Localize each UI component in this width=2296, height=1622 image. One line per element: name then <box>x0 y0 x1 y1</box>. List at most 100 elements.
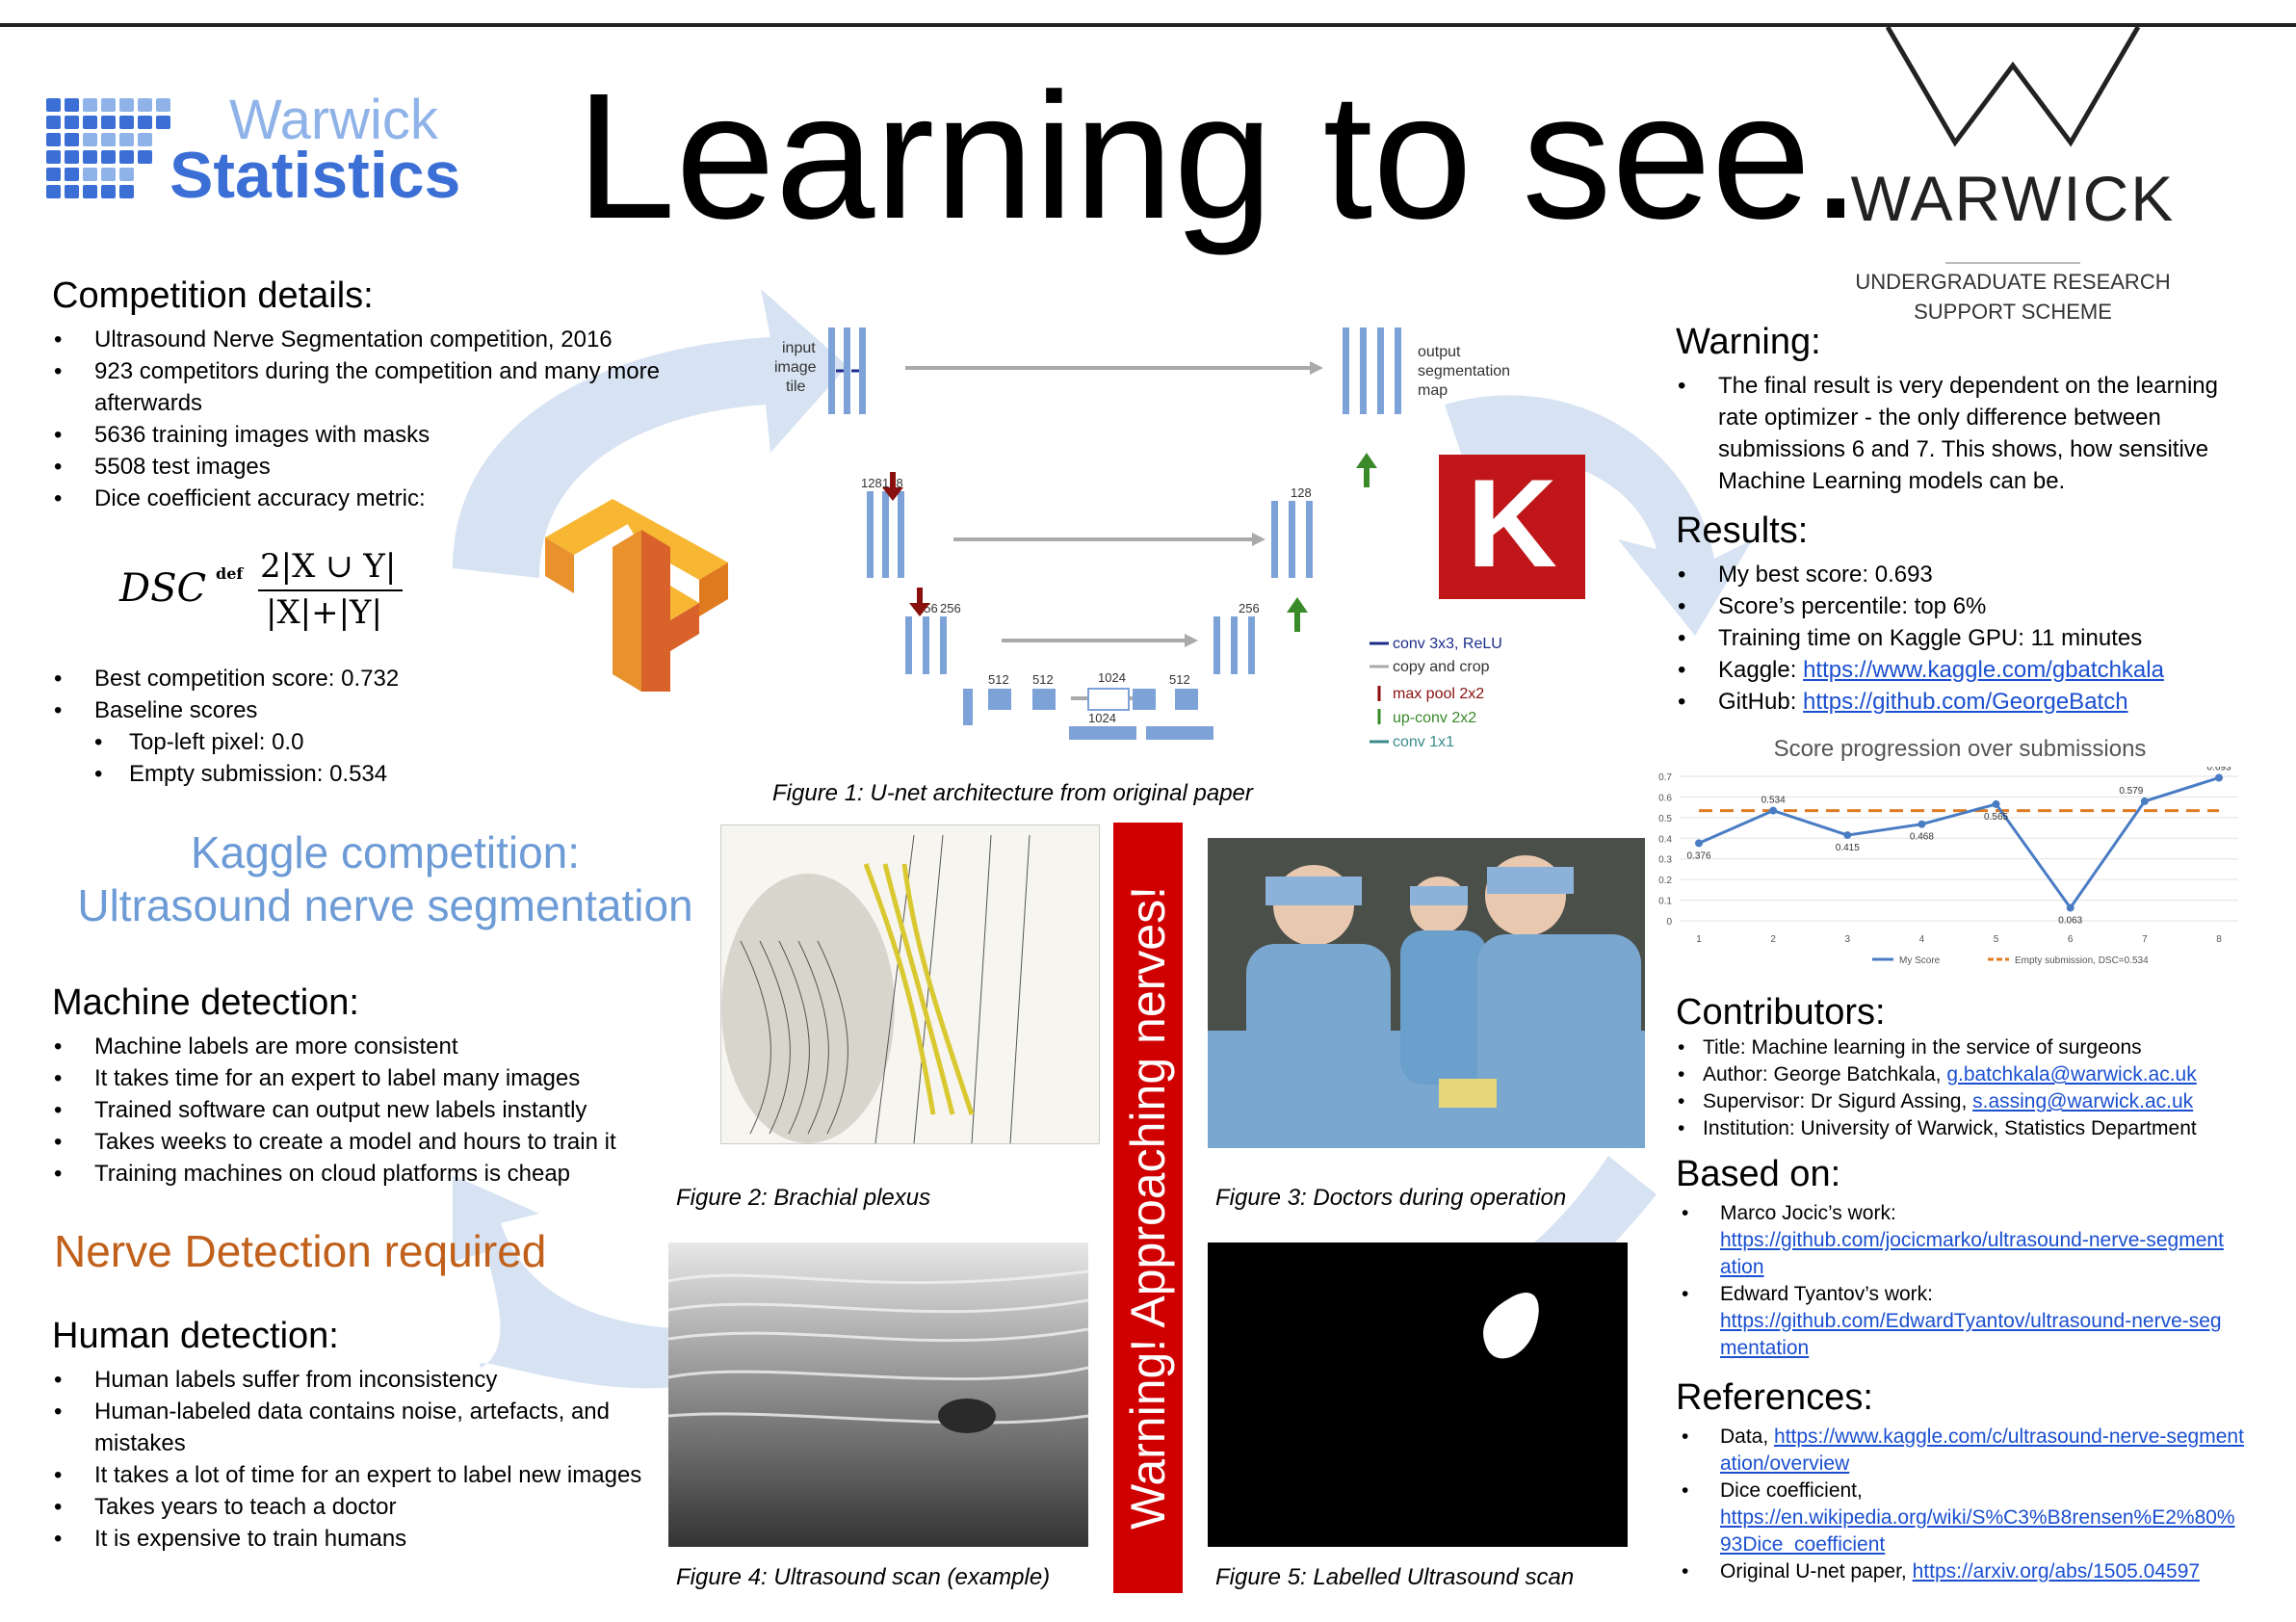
supervisor-email-link[interactable]: s.assing@warwick.ac.uk <box>1972 1090 2193 1112</box>
tyantov-repo-link[interactable]: https://github.com/EdwardTyantov/ultraso… <box>1720 1310 2222 1359</box>
data-label: 0.565 <box>1984 812 2008 823</box>
kaggle-competition-heading: Kaggle competition: Ultrasound nerve seg… <box>39 826 732 932</box>
list-item: Machine labels are more consistent <box>50 1031 686 1062</box>
legend-item: copy and crop <box>1393 659 1490 675</box>
author-email-link[interactable]: g.batchkala@warwick.ac.uk <box>1946 1063 2196 1086</box>
caption-fig1: Figure 1: U-net architecture from origin… <box>772 780 1253 806</box>
human-heading: Human detection: <box>52 1316 339 1356</box>
channel-label: 256 <box>940 601 961 615</box>
brachial-plexus-image <box>720 824 1100 1144</box>
y-tick-label: 0.4 <box>1658 834 1672 845</box>
x-tick-label: 7 <box>2142 934 2148 945</box>
list-item: Data, https://www.kaggle.com/c/ultrasoun… <box>1676 1424 2244 1478</box>
caption-fig4: Figure 4: Ultrasound scan (example) <box>676 1564 1051 1590</box>
channel-label: 256 <box>1239 601 1260 615</box>
data-label: 0.693 <box>2206 767 2231 773</box>
y-tick-label: 0.1 <box>1658 897 1672 907</box>
list-item: It is expensive to train humans <box>50 1523 666 1555</box>
list-item: Dice coefficient, https://en.wikipedia.or… <box>1676 1478 2244 1558</box>
kaggle-link-label: Kaggle: <box>1718 657 1804 683</box>
based-on-item2-label: Edward Tyantov’s work: <box>1720 1283 1933 1305</box>
contributors-list: Title: Machine learning in the service o… <box>1676 1034 2273 1142</box>
results-list: My best score: 0.693 Score’s percentile:… <box>1674 559 2271 718</box>
channel-label: 128 <box>861 476 882 490</box>
competition-heading: Competition details: <box>52 275 374 316</box>
list-item: Supervisor: Dr Sigurd Assing, s.assing@w… <box>1676 1088 2273 1115</box>
list-item: Takes weeks to create a model and hours … <box>50 1126 686 1158</box>
author-label: Author: George Batchkala, <box>1703 1063 1947 1086</box>
channel-label: 512 <box>1032 672 1054 687</box>
labelled-ultrasound-image <box>1208 1243 1628 1547</box>
results-heading: Results: <box>1676 510 1809 551</box>
x-tick-label: 6 <box>2068 934 2074 945</box>
caption-fig5: Figure 5: Labelled Ultrasound scan <box>1215 1564 1575 1590</box>
x-tick-label: 5 <box>1994 934 1999 945</box>
score-chart: 0 0.1 0.2 0.3 0.4 0.5 0.6 0.7 1 2 3 4 5 6 7 8 0.376 0.534… <box>1658 767 2238 966</box>
warning-banner-text: Warning! Approaching nerves! <box>1121 886 1175 1530</box>
machine-list: Machine labels are more consistent It ta… <box>50 1031 686 1190</box>
kaggle-logo-letter: K <box>1467 453 1557 593</box>
dice-formula: DSC def 2|X ∪ Y| |X|+|Y| <box>119 547 408 634</box>
supervisor-label: Supervisor: Dr Sigurd Assing, <box>1703 1090 1973 1112</box>
kaggle-heading-line-2: Ultrasound nerve segmentation <box>77 880 693 931</box>
caption-fig2: Figure 2: Brachial plexus <box>676 1185 931 1211</box>
list-item: Top-left pixel: 0.0 <box>50 726 666 758</box>
list-item: GitHub: https://github.com/GeorgeBatch <box>1674 686 2271 718</box>
legend-item: up-conv 2x2 <box>1393 710 1476 726</box>
output-label-2: segmentation <box>1418 363 1510 379</box>
data-label: 0.579 <box>2119 786 2143 797</box>
machine-heading: Machine detection: <box>52 982 359 1023</box>
score-point <box>1769 806 1778 815</box>
list-item: Institution: University of Warwick, Stat… <box>1676 1115 2273 1142</box>
legend-item: max pool 2x2 <box>1393 686 1484 702</box>
score-point <box>1843 831 1852 840</box>
score-point <box>2066 903 2074 912</box>
formula-lhs: DSC <box>119 566 207 611</box>
unet-paper-link[interactable]: https://arxiv.org/abs/1505.04597 <box>1913 1560 2200 1583</box>
contributors-heading: Contributors: <box>1676 992 1886 1033</box>
y-tick-label: 0.2 <box>1658 876 1672 886</box>
channel-label: 512 <box>1169 672 1190 687</box>
list-item: It takes time for an expert to label man… <box>50 1062 686 1094</box>
score-point <box>2215 773 2223 782</box>
formula-denominator: |X|+|Y| <box>266 593 382 632</box>
list-item: The final result is very dependent on th… <box>1674 370 2252 497</box>
jocic-repo-link[interactable]: https://github.com/jocicmarko/ultrasound… <box>1720 1229 2224 1278</box>
score-point <box>1918 820 1926 828</box>
list-item: Score’s percentile: top 6% <box>1674 590 2271 622</box>
data-label: 0.415 <box>1836 843 1860 853</box>
legend-item: conv 1x1 <box>1393 734 1454 750</box>
list-item: 923 competitors during the competition a… <box>50 355 666 419</box>
github-link-label: GitHub: <box>1718 689 1804 715</box>
legend-label: My Score <box>1899 955 1941 966</box>
formula-fraction-bar <box>258 589 403 591</box>
legend-label: Empty submission, DSC=0.534 <box>2015 955 2149 966</box>
ultrasound-scan-image <box>668 1243 1088 1547</box>
channel-label: 1024 <box>1098 670 1126 685</box>
output-label-1: output <box>1418 344 1461 360</box>
list-item: Training time on Kaggle GPU: 11 minutes <box>1674 622 2271 654</box>
list-item: Kaggle: https://www.kaggle.com/gbatchkal… <box>1674 654 2271 686</box>
kaggle-profile-link[interactable]: https://www.kaggle.com/gbatchkala <box>1803 657 2164 683</box>
legend-item: conv 3x3, ReLU <box>1393 636 1502 652</box>
list-item: Human-labeled data contains noise, artef… <box>50 1396 666 1459</box>
list-item: Marco Jocic’s work: https://github.com/jo… <box>1676 1200 2234 1281</box>
data-label: 0.063 <box>2058 916 2082 927</box>
list-item: Original U-net paper, https://arxiv.org/… <box>1676 1558 2244 1585</box>
data-label: 0.534 <box>1761 796 1786 806</box>
warning-heading: Warning: <box>1676 322 1821 362</box>
list-item: My best score: 0.693 <box>1674 559 2271 590</box>
dice-wiki-link[interactable]: https://en.wikipedia.org/wiki/S%C3%B8ren… <box>1720 1506 2235 1556</box>
y-tick-label: 0.7 <box>1658 772 1672 783</box>
based-on-item1-label: Marco Jocic’s work: <box>1720 1202 1896 1224</box>
x-tick-label: 4 <box>1919 934 1925 945</box>
references-heading: References: <box>1676 1377 1873 1418</box>
github-profile-link[interactable]: https://github.com/GeorgeBatch <box>1803 689 2128 715</box>
score-point <box>1695 839 1703 848</box>
list-item: Edward Tyantov’s work: https://github.com… <box>1676 1281 2234 1362</box>
kaggle-data-link[interactable]: https://www.kaggle.com/c/ultrasound-nerv… <box>1720 1426 2244 1475</box>
list-item: Empty submission: 0.534 <box>50 758 666 790</box>
list-item: Takes years to teach a doctor <box>50 1491 666 1523</box>
y-tick-label: 0.5 <box>1658 814 1672 824</box>
score-point <box>2140 797 2149 805</box>
